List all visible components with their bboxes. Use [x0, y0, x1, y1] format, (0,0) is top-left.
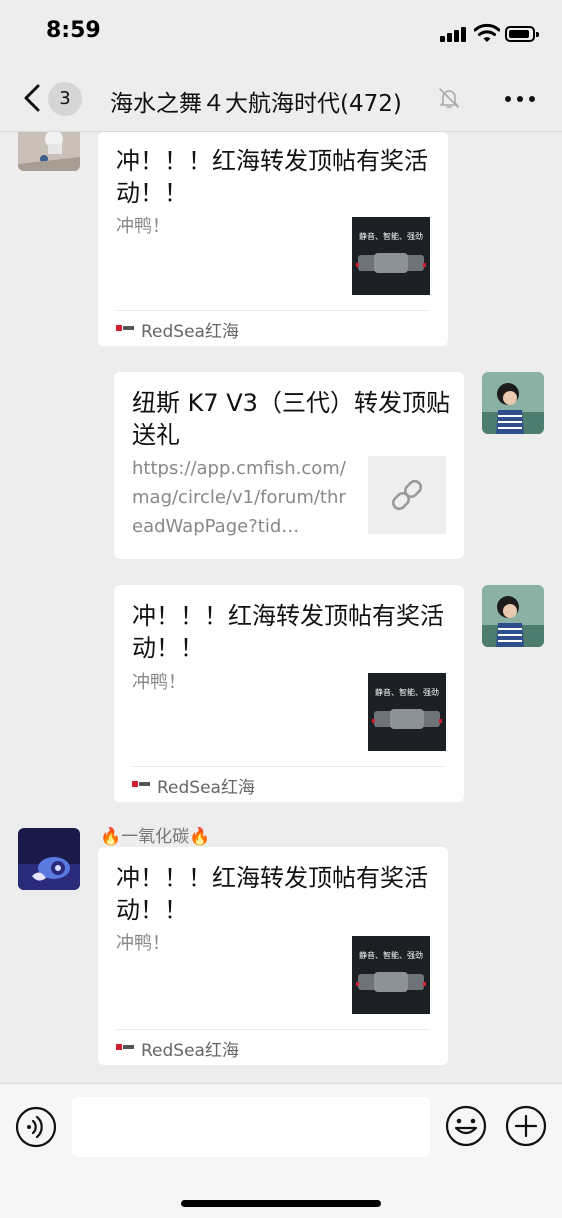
- thumb-caption: 静音、智能、强劲: [375, 687, 439, 697]
- card-source: RedSea红海: [141, 322, 239, 342]
- redsea-logo-icon: [116, 1044, 134, 1050]
- unread-count-badge[interactable]: 3: [48, 82, 82, 116]
- card-source: RedSea红海: [141, 1041, 239, 1061]
- card-title: 冲！！！红海转发顶帖有奖活动！！: [116, 147, 428, 207]
- redsea-logo-icon: [132, 781, 150, 787]
- input-bar: [0, 1083, 562, 1218]
- plus-icon[interactable]: [504, 1104, 548, 1148]
- status-time: 8:59: [46, 18, 101, 43]
- card-description: 冲鸭！: [132, 672, 186, 693]
- card-footer: RedSea红海: [116, 310, 430, 346]
- card-thumbnail: [368, 456, 446, 534]
- battery-icon: [505, 26, 539, 42]
- voice-icon[interactable]: [15, 1106, 57, 1148]
- wifi-icon: [474, 23, 500, 42]
- cellular-signal-icon: [440, 26, 468, 42]
- card-title: 冲！！！红海转发顶帖有奖活动！！: [132, 602, 444, 662]
- thumb-caption: 静音、智能、强劲: [359, 231, 423, 241]
- card-title: 冲！！！红海转发顶帖有奖活动！！: [116, 864, 428, 924]
- card-footer: RedSea红海: [132, 766, 446, 802]
- card-description: 冲鸭！: [116, 216, 170, 237]
- card-title: 纽斯 K7 V3（三代）转发顶贴送礼: [132, 389, 450, 449]
- card-description: 冲鸭！: [116, 933, 170, 954]
- card-thumbnail: 静音、智能、强劲: [368, 673, 446, 751]
- avatar[interactable]: [18, 828, 80, 890]
- more-dots-icon[interactable]: [502, 86, 538, 112]
- message-list[interactable]: 冲！！！红海转发顶帖有奖活动！！ 冲鸭！ 静音、智能、强劲 RedSea红海 纽…: [0, 132, 562, 1083]
- redsea-logo-icon: [116, 325, 134, 331]
- sender-name: 🔥一氧化碳🔥: [100, 827, 211, 847]
- card-thumbnail: 静音、智能、强劲: [352, 936, 430, 1014]
- home-indicator: [181, 1200, 381, 1207]
- avatar[interactable]: [18, 132, 80, 171]
- message-card[interactable]: 冲！！！红海转发顶帖有奖活动！！ 冲鸭！ 静音、智能、强劲 RedSea红海: [98, 847, 448, 1065]
- message-input[interactable]: [72, 1097, 430, 1157]
- avatar[interactable]: [482, 372, 544, 434]
- mute-bell-icon: [439, 88, 459, 108]
- chat-header: 3 海水之舞４大航海时代(472): [0, 66, 562, 132]
- status-bar: 8:59: [0, 0, 562, 66]
- back-chevron-icon[interactable]: [18, 80, 48, 116]
- thumb-caption: 静音、智能、强劲: [359, 950, 423, 960]
- card-thumbnail: 静音、智能、强劲: [352, 217, 430, 295]
- avatar[interactable]: [482, 585, 544, 647]
- card-source: RedSea红海: [157, 778, 255, 798]
- chat-title: 海水之舞４大航海时代(472): [110, 91, 402, 117]
- message-card[interactable]: 纽斯 K7 V3（三代）转发顶贴送礼 https://app.cmfish.co…: [114, 372, 464, 559]
- card-footer: RedSea红海: [116, 1029, 430, 1065]
- message-card[interactable]: 冲！！！红海转发顶帖有奖活动！！ 冲鸭！ 静音、智能、强劲 RedSea红海: [98, 132, 448, 346]
- card-description: https://app.cmfish.com/mag/circle/v1/for…: [132, 458, 346, 537]
- emoji-icon[interactable]: [444, 1104, 488, 1148]
- link-icon: [391, 479, 423, 511]
- message-card[interactable]: 冲！！！红海转发顶帖有奖活动！！ 冲鸭！ 静音、智能、强劲 RedSea红海: [114, 585, 464, 802]
